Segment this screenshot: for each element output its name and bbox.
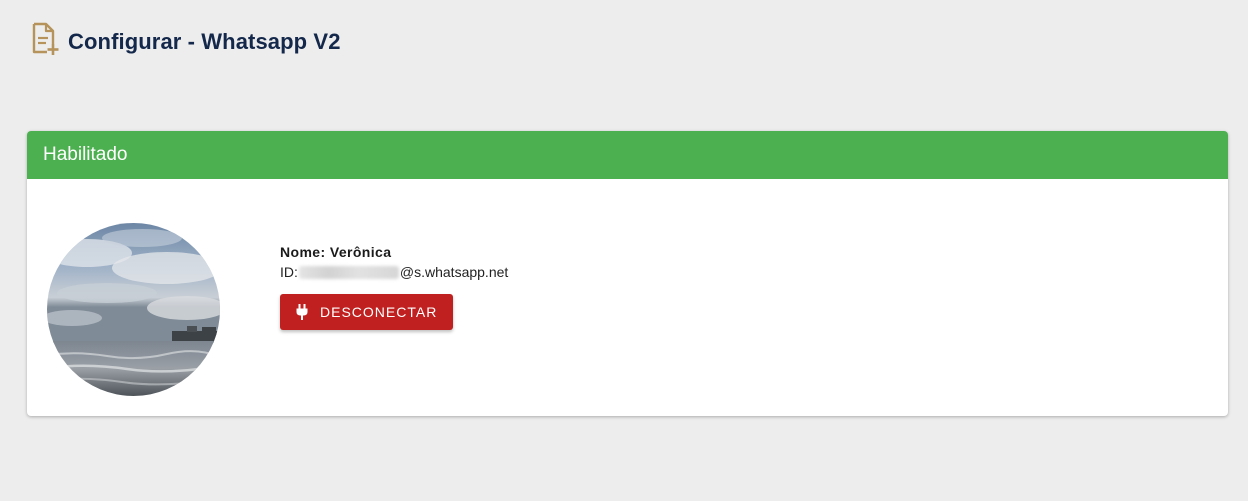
name-label: Nome: (280, 244, 326, 260)
page-title: Configurar - Whatsapp V2 (68, 29, 341, 54)
disconnect-button[interactable]: DESCONECTAR (280, 294, 454, 330)
status-header: Habilitado (27, 131, 1228, 179)
page-header: Configurar - Whatsapp V2 (30, 22, 341, 62)
id-label: ID: (280, 264, 298, 280)
profile-id: ID: @s.whatsapp.net (280, 264, 508, 280)
document-add-icon (30, 22, 60, 56)
plug-icon (296, 304, 308, 320)
disconnect-label: DESCONECTAR (320, 304, 438, 320)
name-value: Verônica (329, 244, 392, 260)
id-suffix: @s.whatsapp.net (399, 264, 509, 280)
avatar (47, 223, 220, 396)
redacted-id (298, 265, 399, 279)
profile-info: Nome: Verônica ID: @s.whatsapp.net DESCO… (280, 244, 508, 330)
whatsapp-status-card: Habilitado Nome: Verônica ID: @s.whatsap… (27, 131, 1228, 416)
profile-name: Nome: Verônica (280, 244, 508, 260)
